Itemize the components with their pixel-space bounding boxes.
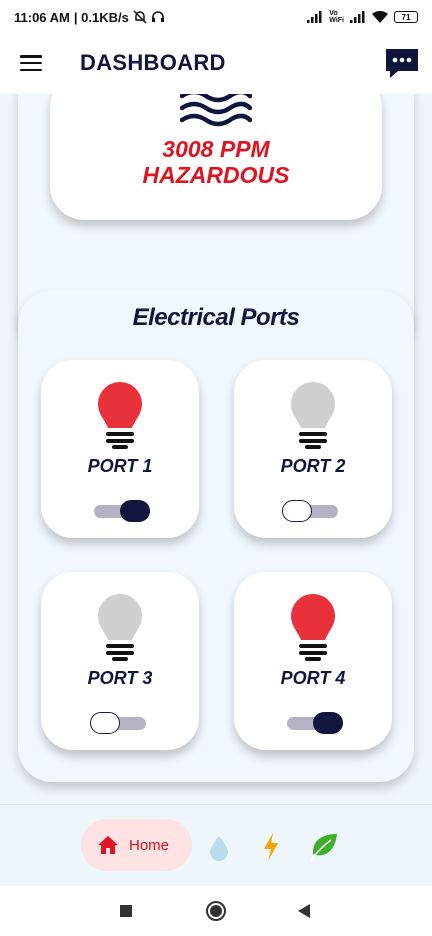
water-drop-icon[interactable]: [208, 835, 230, 861]
home-system-icon[interactable]: [205, 900, 227, 922]
signal-icon: [307, 11, 322, 23]
air-status-label: HAZARDOUS: [142, 162, 290, 188]
app-bar: DASHBOARD: [0, 34, 432, 94]
port-label: PORT 3: [87, 668, 153, 688]
port-label: PORT 1: [87, 456, 153, 476]
bulb-icon: [291, 382, 335, 449]
back-icon[interactable]: [297, 903, 311, 919]
port-2-toggle[interactable]: [282, 500, 338, 522]
bulb-icon: [98, 594, 142, 661]
leaf-icon[interactable]: [309, 832, 339, 862]
home-icon: [98, 836, 118, 854]
nav-home-button[interactable]: Home: [81, 819, 192, 871]
headphones-icon: [151, 11, 164, 22]
recents-icon[interactable]: [119, 904, 133, 918]
port-card-1[interactable]: PORT 1: [41, 360, 199, 538]
bottom-navigation: Home: [0, 804, 432, 886]
menu-icon[interactable]: [20, 55, 42, 71]
air-ppm-value: 3008 PPM: [162, 136, 270, 162]
port-card-4[interactable]: PORT 4: [234, 572, 392, 750]
air-waves-icon: [180, 94, 252, 127]
status-time: 11:06 AM: [14, 9, 70, 25]
mute-bell-icon: [133, 10, 147, 24]
air-quality-card: 3008 PPM HAZARDOUS: [50, 94, 382, 220]
port-3-toggle[interactable]: [90, 712, 146, 734]
battery-icon: 71: [394, 11, 418, 23]
bulb-icon: [98, 382, 142, 449]
port-card-2[interactable]: PORT 2: [234, 360, 392, 538]
port-label: PORT 2: [280, 456, 346, 476]
dashboard-scroll-area[interactable]: 3008 PPM HAZARDOUS Electrical Ports PORT…: [0, 94, 432, 804]
port-label: PORT 4: [280, 668, 346, 688]
network-speed: | 0.1KB/s: [73, 9, 129, 25]
status-bar: 11:06 AM | 0.1KB/s Vo WiFi 71: [0, 0, 432, 34]
port-4-toggle[interactable]: [287, 712, 343, 734]
wifi-icon: [372, 11, 388, 23]
page-title: DASHBOARD: [80, 50, 226, 75]
lightning-icon[interactable]: [262, 832, 280, 862]
port-card-3[interactable]: PORT 3: [41, 572, 199, 750]
system-navigation-bar: [0, 886, 432, 936]
vowifi-label: Vo WiFi: [329, 10, 344, 24]
chat-icon[interactable]: [384, 47, 420, 79]
electrical-ports-panel: Electrical Ports PORT 1 PORT 2 PORT 3 PO…: [18, 290, 414, 782]
signal-icon-2: [350, 11, 365, 23]
port-1-toggle[interactable]: [94, 500, 150, 522]
bulb-icon: [291, 594, 335, 661]
nav-home-label: Home: [129, 836, 170, 854]
ports-section-title: Electrical Ports: [132, 304, 300, 331]
